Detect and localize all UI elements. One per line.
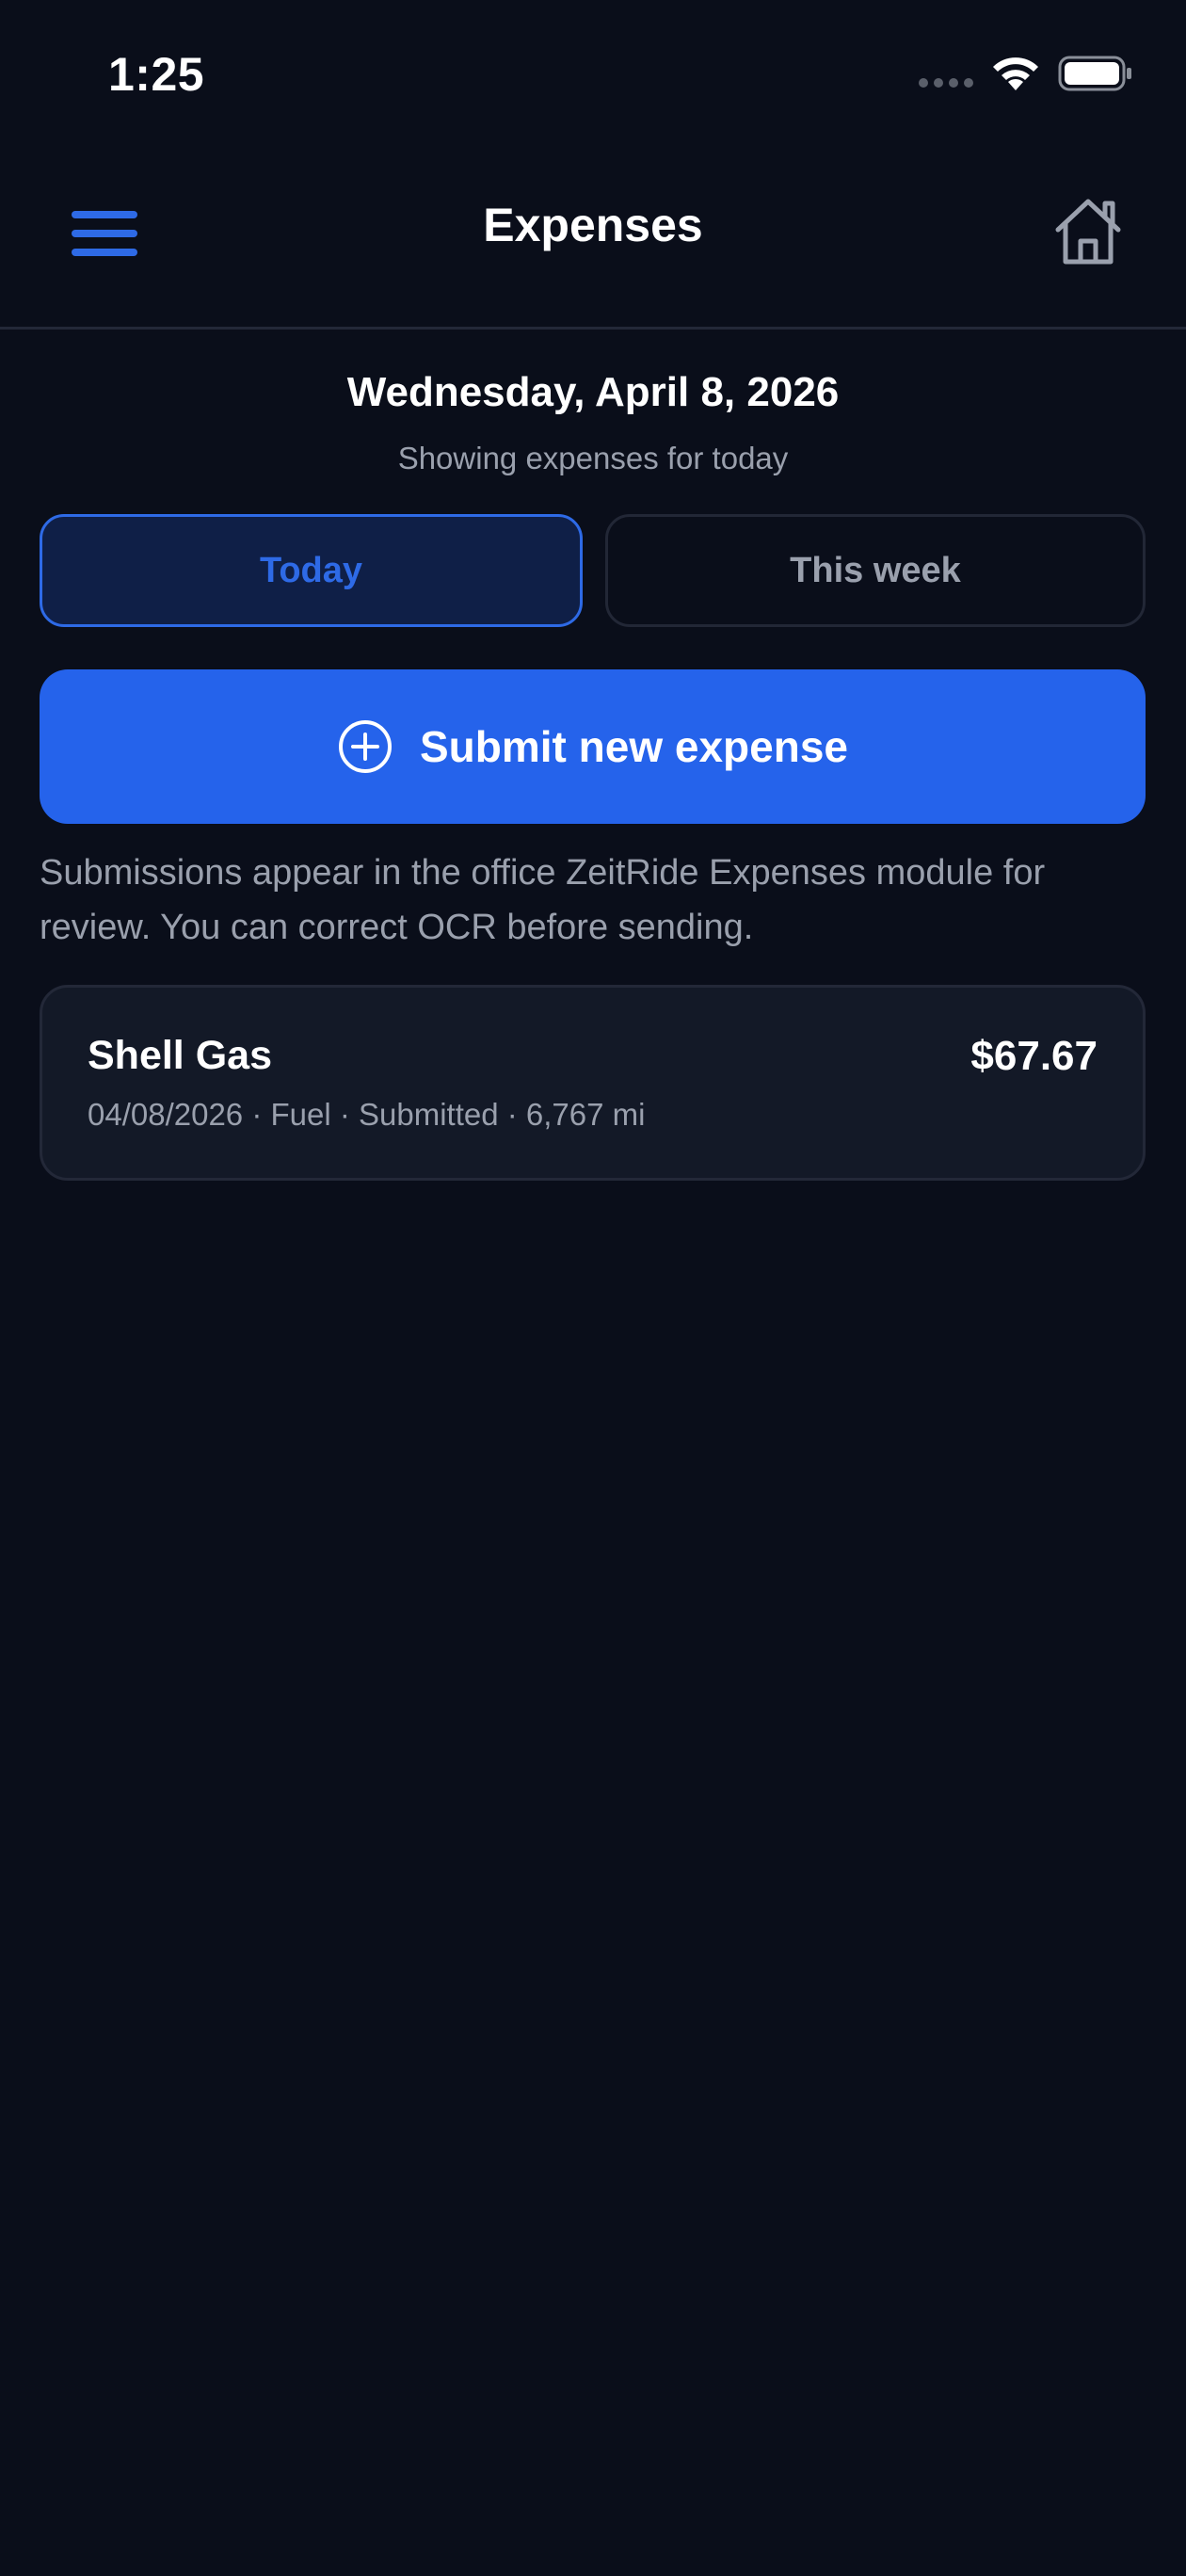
plus-circle-icon [338,720,392,773]
expense-amount: $67.67 [970,1033,1098,1079]
status-icons [919,55,1133,92]
submit-expense-button[interactable]: Submit new expense [40,669,1146,824]
expense-meta: 04/08/2026 · Fuel · Submitted · 6,767 mi [88,1097,646,1132]
cellular-signal-icon [919,78,973,88]
status-bar: 1:25 [0,0,1186,151]
submit-expense-label: Submit new expense [419,722,848,771]
status-time: 1:25 [108,48,205,101]
home-icon [1055,199,1121,265]
home-button[interactable] [1050,194,1126,269]
date-title: Wednesday, April 8, 2026 [346,369,840,415]
tab-today[interactable]: Today [40,514,583,627]
tab-this-week[interactable]: This week [605,514,1146,627]
expense-card[interactable]: Shell Gas $67.67 04/08/2026 · Fuel · Sub… [40,985,1146,1181]
expense-name: Shell Gas [88,1033,272,1078]
battery-icon [1058,56,1131,91]
page-title: Expenses [483,199,703,251]
date-subtitle: Showing expenses for today [397,441,789,475]
info-text: Submissions appear in the office ZeitRid… [40,853,1046,947]
wifi-icon [993,57,1038,90]
nav-header: Expenses [0,179,1186,330]
